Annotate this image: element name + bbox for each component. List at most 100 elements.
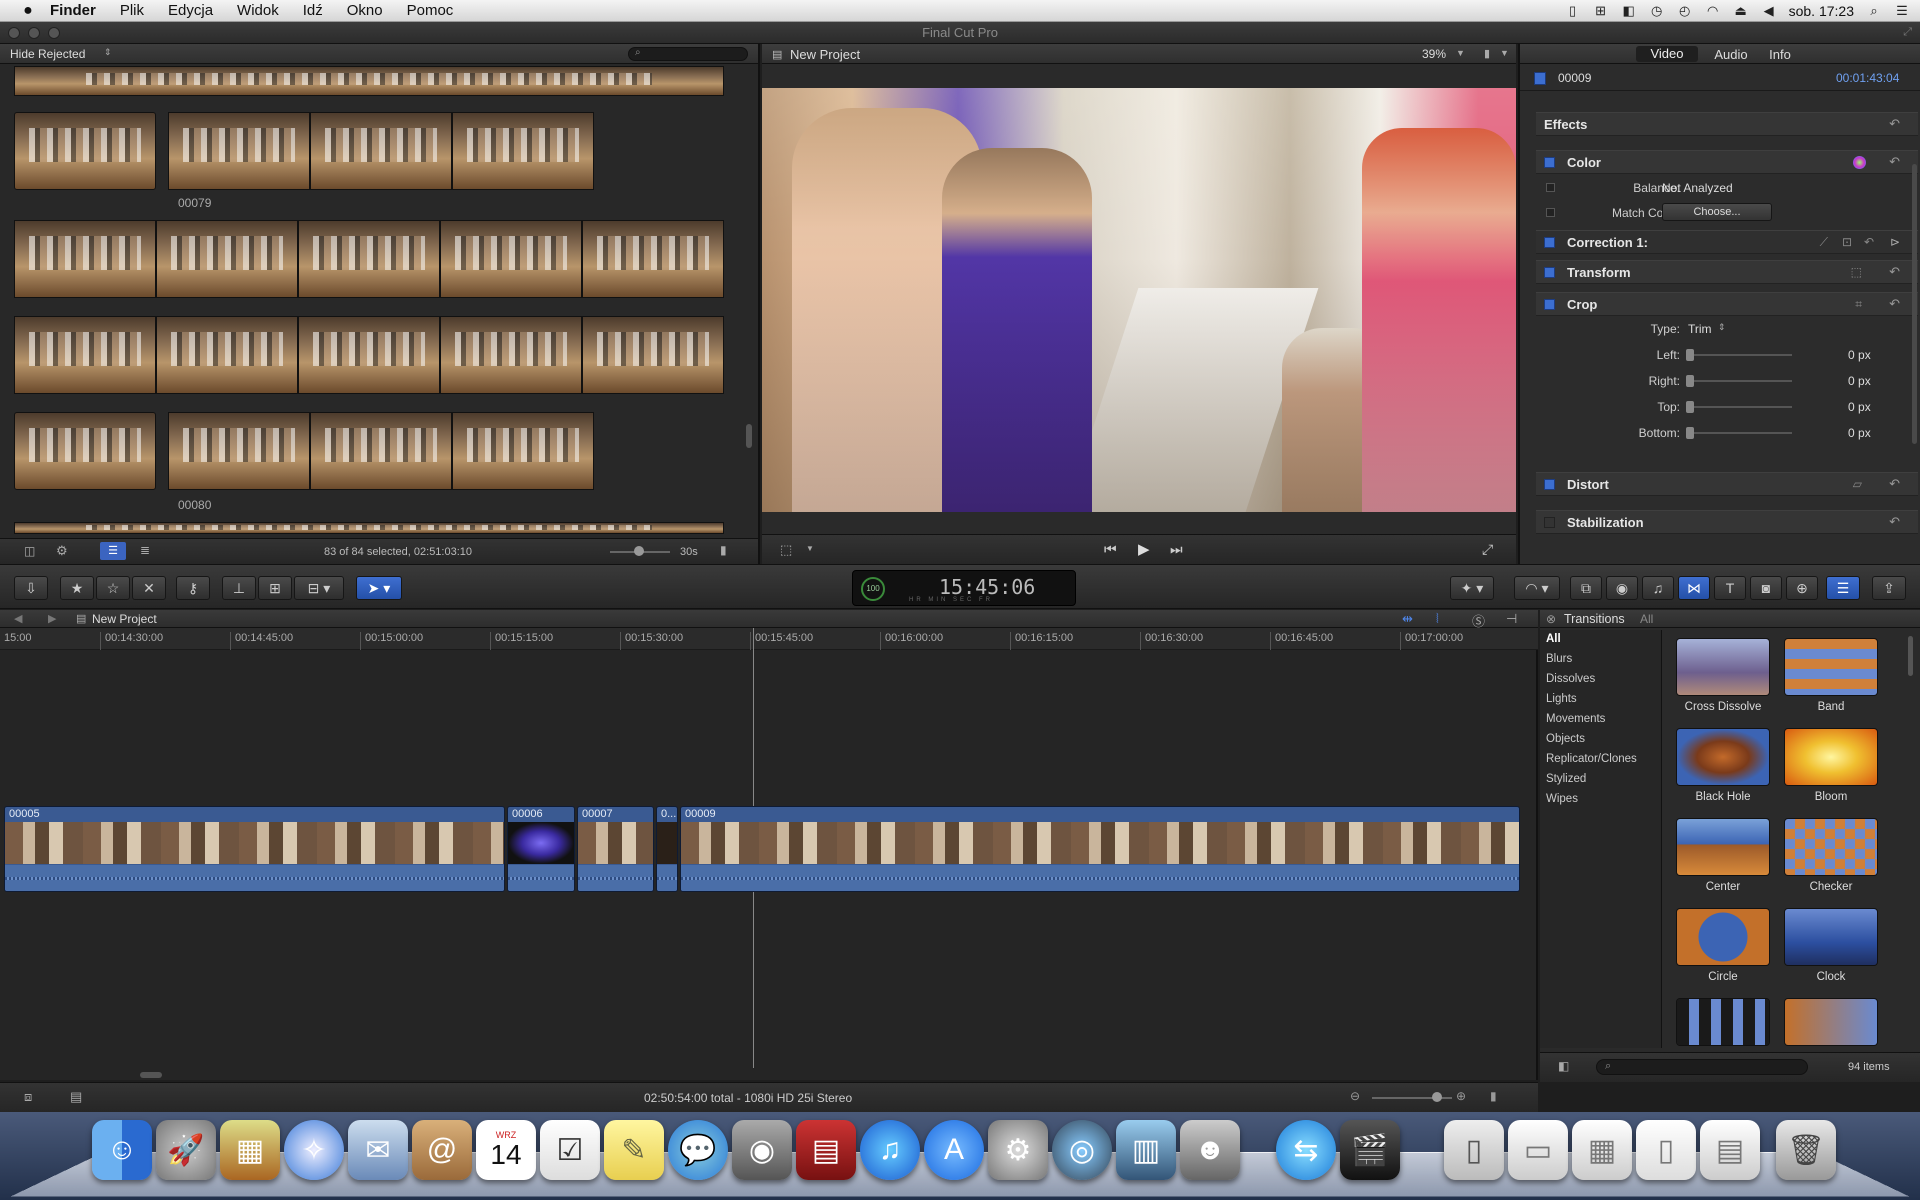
keynote-icon[interactable]: ▥ — [1116, 1120, 1176, 1180]
clip-thumbnail[interactable] — [14, 412, 156, 490]
clip-thumbnail[interactable] — [168, 412, 310, 490]
downloads-stack-icon[interactable]: ▤ — [1700, 1120, 1760, 1180]
clip-thumbnail[interactable] — [582, 220, 724, 298]
crop-bottom-slider[interactable] — [1686, 427, 1792, 439]
list-view-icon[interactable]: ≣ — [140, 543, 150, 557]
time-machine-icon[interactable]: ◷ — [1649, 3, 1665, 18]
crop-bottom-value[interactable]: 0 px — [1848, 426, 1871, 440]
facetime-icon[interactable]: ◉ — [732, 1120, 792, 1180]
add-keyframe-icon[interactable]: ⊡ — [1842, 235, 1852, 249]
timeline-scrollbar[interactable] — [140, 1072, 162, 1078]
insert-clip-button[interactable]: ⊞ — [258, 576, 292, 600]
chevron-down-icon[interactable]: ▼ — [1456, 48, 1465, 58]
tab-video[interactable]: Video — [1636, 46, 1698, 62]
gear-icon[interactable]: ⚙ — [56, 543, 68, 559]
sync-icon[interactable]: ⊞ — [1593, 3, 1609, 18]
background-tasks-indicator[interactable]: 100 — [861, 577, 885, 601]
transition-thumbnail[interactable] — [1676, 818, 1770, 876]
app-store-icon[interactable]: A — [924, 1120, 984, 1180]
crop-onscreen-icon[interactable]: ⌗ — [1855, 297, 1862, 312]
timeline-zoom-slider[interactable] — [1372, 1092, 1452, 1102]
transform-onscreen-icon[interactable]: ⬚ — [1851, 265, 1862, 279]
themes-browser-button[interactable]: ⊕ — [1786, 576, 1818, 600]
choose-button[interactable]: Choose... — [1662, 203, 1772, 221]
zoom-in-icon[interactable]: ⊕ — [1456, 1089, 1466, 1103]
inspector-toggle-button[interactable]: ☰ — [1826, 576, 1860, 600]
photos-browser-button[interactable]: ◉ — [1606, 576, 1638, 600]
balance-checkbox[interactable] — [1546, 183, 1555, 192]
document-stack-icon[interactable]: ▯ — [1444, 1120, 1504, 1180]
clip-appearance-icon[interactable]: ⧈ — [24, 1089, 32, 1105]
tab-info[interactable]: Info — [1760, 47, 1800, 62]
color-board-icon[interactable] — [1853, 156, 1866, 169]
clip-thumbnail[interactable] — [14, 66, 724, 96]
window-stack-icon[interactable]: ▭ — [1508, 1120, 1568, 1180]
category-stylized[interactable]: Stylized — [1546, 773, 1586, 785]
filmstrip-view-button[interactable]: ☰ — [100, 542, 126, 560]
chevron-down-icon[interactable]: ▼ — [1500, 48, 1509, 58]
transitions-scope[interactable]: All — [1640, 612, 1653, 626]
zoom-level[interactable]: 39% — [1422, 47, 1446, 61]
clip-thumbnail[interactable] — [298, 220, 440, 298]
clip-thumbnail[interactable] — [440, 220, 582, 298]
clip-thumbnail[interactable] — [452, 412, 594, 490]
slider-knob[interactable] — [1686, 427, 1694, 439]
crop-type-popup[interactable]: Trim — [1688, 322, 1712, 336]
fullscreen-icon[interactable]: ⤢ — [1482, 541, 1493, 558]
category-objects[interactable]: Objects — [1546, 733, 1585, 745]
crop-right-slider[interactable] — [1686, 375, 1792, 387]
transition-thumbnail[interactable] — [1784, 908, 1878, 966]
stabilization-enable-checkbox[interactable] — [1544, 516, 1555, 528]
category-lights[interactable]: Lights — [1546, 693, 1577, 705]
dashboard-timecode[interactable]: 100 15:45:06 HR MIN SEC FR — [852, 570, 1076, 606]
clip-thumbnail[interactable] — [310, 112, 452, 190]
mail-icon[interactable]: ✉ — [348, 1120, 408, 1180]
sidebar-toggle-icon[interactable]: ◧ — [1558, 1059, 1569, 1073]
titles-browser-button[interactable]: T — [1714, 576, 1746, 600]
color-board-arrow-icon[interactable]: ⊳ — [1890, 235, 1900, 249]
eject-icon[interactable]: ⏏ — [1733, 3, 1749, 18]
notes-icon[interactable]: ✎ — [604, 1120, 664, 1180]
clip-thumbnail[interactable] — [298, 316, 440, 394]
magic-wand-icon[interactable]: ⟋ — [1820, 235, 1828, 250]
clip-thumbnail[interactable] — [14, 522, 724, 534]
document-stack-icon[interactable]: ▯ — [1636, 1120, 1696, 1180]
slider-knob[interactable] — [1686, 375, 1694, 387]
transform-section[interactable]: Transform ⬚ ↶ — [1536, 260, 1918, 284]
timeline-clip[interactable]: 00006 — [507, 806, 575, 892]
transform-tool-icon[interactable]: ⬚ — [780, 542, 792, 558]
transition-thumbnail[interactable] — [1784, 638, 1878, 696]
correction-enable-checkbox[interactable] — [1544, 236, 1555, 248]
clip-thumbnail[interactable] — [14, 316, 156, 394]
chevron-down-icon[interactable]: ▼ — [806, 544, 814, 553]
audio-skimming-toggle-icon[interactable]: ⦚ — [1436, 611, 1439, 627]
category-dissolves[interactable]: Dissolves — [1546, 673, 1595, 685]
finder-icon[interactable]: ☺ — [92, 1120, 152, 1180]
menu-finder[interactable]: Finder — [38, 2, 108, 19]
next-edit-icon[interactable]: ⏭ — [1170, 541, 1183, 558]
reset-icon[interactable]: ↶ — [1889, 476, 1900, 492]
distort-section[interactable]: Distort ▱ ↶ — [1536, 472, 1918, 496]
menu-idz[interactable]: Idź — [291, 2, 335, 19]
spreadsheet-stack-icon[interactable]: ▦ — [1572, 1120, 1632, 1180]
clip-thumbnail[interactable] — [156, 220, 298, 298]
inspector-scrollbar[interactable] — [1912, 164, 1917, 444]
favorite-button[interactable]: ★ — [60, 576, 94, 600]
music-browser-button[interactable]: ♫ — [1642, 576, 1674, 600]
category-blurs[interactable]: Blurs — [1546, 653, 1572, 665]
clip-thumbnail[interactable] — [14, 220, 156, 298]
menu-widok[interactable]: Widok — [225, 2, 291, 19]
timeline-clip[interactable]: 00007 — [577, 806, 654, 892]
timeline-clip[interactable]: 0... — [656, 806, 678, 892]
waveform-toggle-icon[interactable]: ▮ — [720, 543, 727, 557]
unrate-button[interactable]: ☆ — [96, 576, 130, 600]
timeline-clip[interactable]: 00005 — [4, 806, 505, 892]
filmstrip-row[interactable] — [14, 220, 724, 298]
final-cut-pro-icon[interactable]: 🎬 — [1340, 1120, 1400, 1180]
clip-thumbnail[interactable] — [156, 316, 298, 394]
transitions-search-input[interactable]: ⌕ — [1596, 1059, 1808, 1075]
clip-zoom-slider[interactable] — [610, 546, 670, 556]
transition-thumbnail[interactable] — [1784, 728, 1878, 786]
crop-left-value[interactable]: 0 px — [1848, 348, 1871, 362]
color-section[interactable]: Color ↶ — [1536, 150, 1918, 174]
